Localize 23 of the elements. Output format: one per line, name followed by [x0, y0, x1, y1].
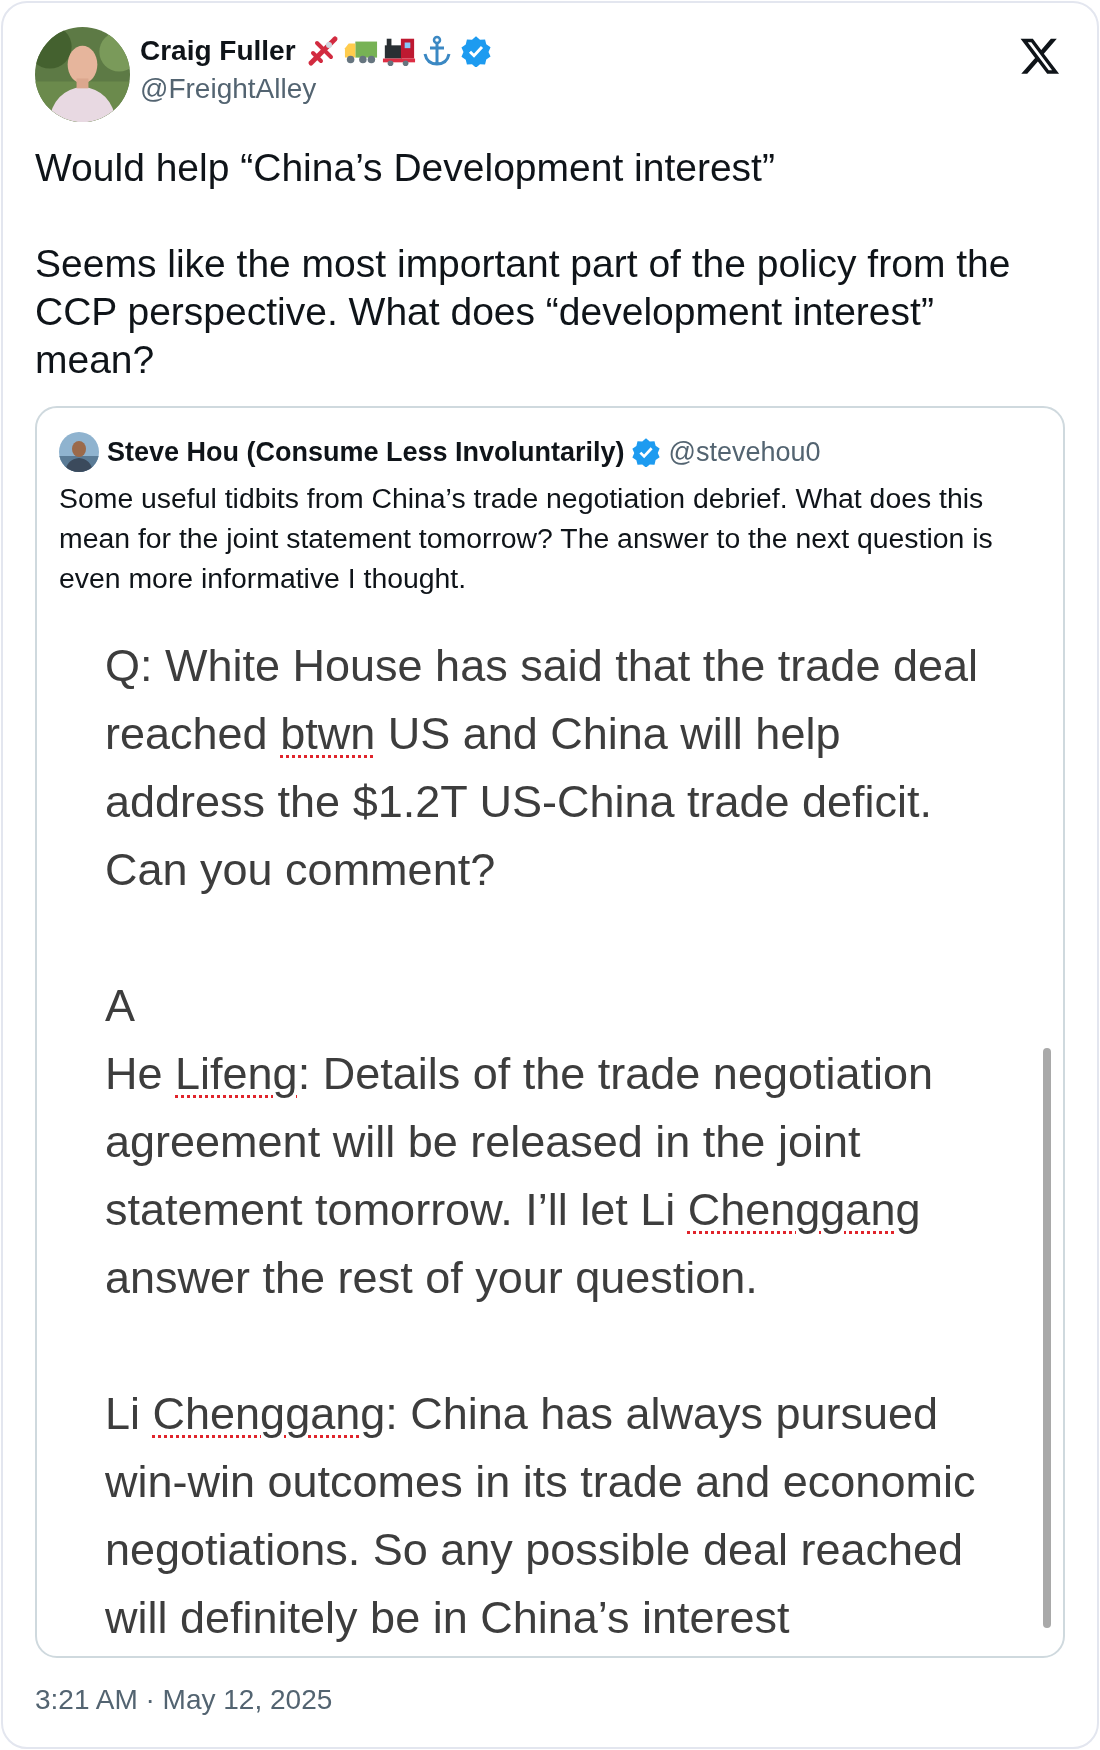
screenshot-text-line: A [105, 979, 136, 1033]
quoted-author-name[interactable]: Steve Hou (Consume Less Involuntarily) [107, 436, 625, 468]
screenshot-text-line: negotiations. So any possible deal reached [105, 1523, 965, 1577]
quoted-post[interactable] [35, 406, 1065, 1658]
author-name[interactable]: Craig Fuller [140, 35, 296, 67]
quoted-author-handle[interactable]: @stevehou0 [668, 436, 821, 468]
screenshot-text-line: address the $1.2T US-China trade deficit. [105, 775, 934, 829]
post-timestamp[interactable]: 3:21 AM · May 12, 2025 [35, 1684, 1065, 1716]
screenshot-text-line: agreement will be released in the joint [105, 1115, 862, 1169]
screenshot-text-line: answer the rest of your question. [105, 1251, 759, 1305]
screenshot-text-line: Li Chenggang: China has always pursued [105, 1387, 940, 1441]
screenshot-text-line: will definitely be in China’s interest [105, 1591, 791, 1645]
screenshot-text-line: Q: White House has said that the trade deal [105, 639, 979, 693]
quoted-post-text: Some useful tidbits from China’s trade negotiation debrief. What does this mean for the joint statement tomorrow? The answer to the next question is even more informative I thought. [59, 481, 994, 596]
screenshot-text-line: Can you comment? [105, 843, 497, 897]
post-text: Seems like the most important part of the policy from the CCP perspective. What does “development interest” mean? [35, 241, 1012, 383]
screenshot-text-line: statement tomorrow. I’ll let Li Chenggang [105, 1183, 922, 1237]
scrollbar[interactable] [1043, 1048, 1051, 1628]
screenshot-text-line: He Lifeng: Details of the trade negotiation [105, 1047, 935, 1101]
screenshot-text-line: reached btwn US and China will help [105, 707, 842, 761]
screenshot-text-line: win-win outcomes in its trade and economic [105, 1455, 977, 1509]
post-text: Would help “China’s Development interest” [35, 145, 776, 191]
author-handle[interactable]: @FreightAlley [140, 73, 492, 105]
